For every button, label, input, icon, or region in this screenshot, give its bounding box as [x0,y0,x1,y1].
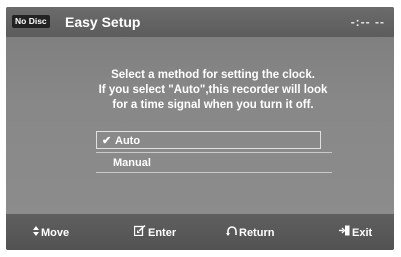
move-label: Move [41,227,70,239]
title-bar: No Disc Easy Setup -:-- -- [6,7,394,37]
up-down-arrows-icon [33,225,39,241]
option-manual[interactable]: Manual [96,154,332,172]
return-label: Return [239,227,275,239]
return-arrow-icon [226,225,237,241]
exit-hint: Exit [339,225,372,241]
move-hint: Move [33,225,69,241]
page-title: Easy Setup [65,14,141,30]
option-label: Manual [113,157,151,169]
checkmark-icon: ✔ [102,135,112,147]
footer-bar: Move Enter Return Exit [6,214,394,250]
option-divider [96,172,332,173]
instruction-line: If you select "Auto",this recorder will … [98,84,328,96]
clock-display: -:-- -- [350,15,385,29]
instruction-line: Select a method for setting the clock. [111,69,315,81]
enter-icon [133,224,146,241]
option-auto[interactable]: ✔ Auto [96,131,321,149]
option-label: Auto [115,135,141,147]
easy-setup-screen: No Disc Easy Setup -:-- -- Select a meth… [6,7,394,250]
exit-door-icon [339,225,350,241]
instruction-text: Select a method for setting the clock. I… [66,68,360,113]
disc-status-badge: No Disc [12,15,50,28]
option-divider [96,152,332,153]
enter-label: Enter [148,227,177,239]
instruction-line: for a time signal when you turn it off. [112,99,314,111]
enter-hint: Enter [133,224,177,241]
return-hint: Return [226,225,274,241]
exit-label: Exit [352,227,373,239]
